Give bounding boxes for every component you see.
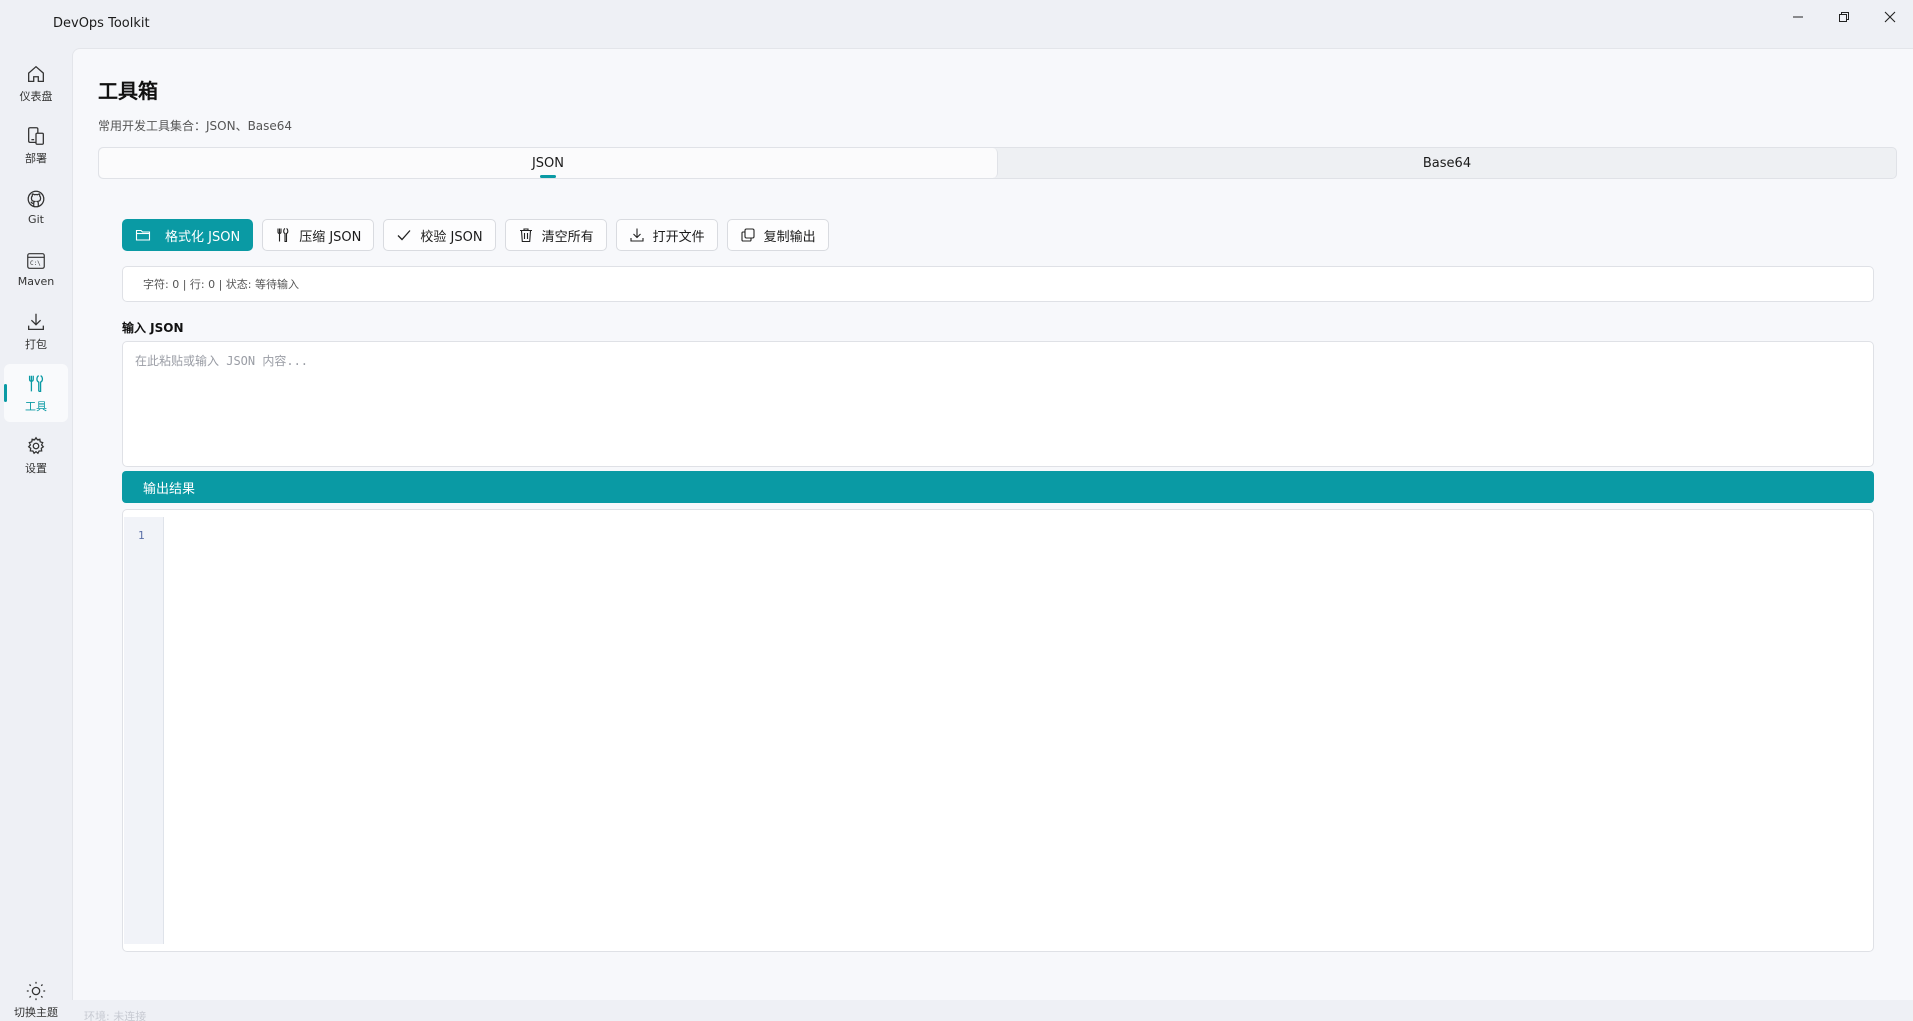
deploy-icon	[25, 125, 47, 147]
restore-button[interactable]	[1821, 0, 1867, 34]
tab-base64[interactable]: Base64	[998, 148, 1896, 178]
json-input[interactable]	[123, 342, 1873, 466]
format-json-button[interactable]: 格式化 JSON	[122, 219, 254, 251]
button-label: 校验 JSON	[420, 229, 483, 245]
theme-toggle-label: 切换主题	[14, 1006, 58, 1019]
button-label: 复制输出	[763, 229, 816, 245]
folder-icon	[135, 229, 151, 241]
copy-icon	[741, 228, 755, 242]
theme-toggle-button[interactable]: 切换主题	[4, 980, 68, 1020]
tool-tabs: JSON Base64	[98, 147, 1897, 179]
sidebar-item-git[interactable]: Git	[4, 178, 68, 236]
svg-text:C:\: C:\	[30, 260, 41, 267]
sidebar-item-tools[interactable]: 工具	[4, 364, 68, 422]
status-bar: 字符: 0 | 行: 0 | 状态: 等待输入	[122, 266, 1874, 302]
sidebar-item-label: 设置	[25, 461, 47, 475]
json-output-editor[interactable]: 1	[122, 509, 1874, 952]
input-label: 输入 JSON	[122, 321, 184, 335]
json-toolbar: 格式化 JSON 压缩 JSON 校验 JSON 清空所有 打开文件 复制输出	[122, 219, 829, 251]
download-icon	[630, 228, 644, 242]
main-content: 工具箱 常用开发工具集合：JSON、Base64 JSON Base64 格式化…	[72, 48, 1913, 1000]
sidebar-item-label: Git	[28, 213, 44, 226]
sidebar-item-label: 工具	[25, 399, 47, 413]
window-controls	[1775, 0, 1913, 34]
sidebar-item-deploy[interactable]: 部署	[4, 116, 68, 174]
tab-label: Base64	[1422, 155, 1472, 171]
page-subtitle: 常用开发工具集合：JSON、Base64	[98, 119, 293, 133]
button-label: 压缩 JSON	[299, 229, 362, 245]
sidebar-item-label: 仪表盘	[19, 89, 53, 103]
output-header: 输出结果	[122, 471, 1874, 503]
restore-icon	[1839, 12, 1849, 22]
trash-icon	[519, 228, 532, 243]
sun-icon	[26, 981, 46, 1001]
gear-icon	[25, 435, 47, 457]
minimize-icon	[1793, 16, 1803, 18]
tab-label: JSON	[531, 155, 565, 171]
tab-active-indicator	[540, 175, 556, 178]
sidebar: 仪表盘 部署 Git C:\ Maven 打包 工具 设置	[0, 48, 72, 1021]
button-label: 清空所有	[541, 229, 594, 245]
home-icon	[25, 63, 47, 85]
terminal-icon: C:\	[25, 250, 47, 272]
sidebar-item-dashboard[interactable]: 仪表盘	[4, 54, 68, 112]
validate-json-button[interactable]: 校验 JSON	[383, 219, 496, 251]
check-icon	[397, 230, 411, 241]
sidebar-item-label: Maven	[17, 275, 55, 288]
minimize-button[interactable]	[1775, 0, 1821, 34]
tools-icon	[25, 373, 47, 395]
active-indicator	[4, 384, 7, 402]
sidebar-item-label: 部署	[25, 151, 47, 165]
sidebar-item-label: 打包	[25, 337, 47, 351]
page-title: 工具箱	[98, 79, 158, 103]
title-bar: DevOps Toolkit	[0, 0, 1913, 48]
close-button[interactable]	[1867, 0, 1913, 34]
tools-icon	[277, 228, 289, 243]
output-header-label: 输出结果	[143, 481, 196, 497]
download-icon	[25, 311, 47, 333]
sidebar-item-maven[interactable]: C:\ Maven	[4, 240, 68, 298]
footer-status-text: 环境: 未连接	[84, 1010, 147, 1021]
copy-output-button[interactable]: 复制输出	[726, 219, 829, 251]
github-icon	[25, 188, 47, 210]
compress-json-button[interactable]: 压缩 JSON	[262, 219, 375, 251]
open-file-button[interactable]: 打开文件	[615, 219, 718, 251]
button-label: 格式化 JSON	[165, 229, 241, 245]
app-title: DevOps Toolkit	[53, 16, 150, 31]
button-label: 打开文件	[652, 229, 705, 245]
sidebar-item-settings[interactable]: 设置	[4, 426, 68, 484]
line-number-gutter: 1	[124, 517, 164, 944]
close-icon	[1884, 11, 1896, 23]
json-input-container	[122, 341, 1874, 467]
line-number: 1	[138, 529, 145, 542]
clear-all-button[interactable]: 清空所有	[504, 219, 607, 251]
sidebar-item-package[interactable]: 打包	[4, 302, 68, 360]
tab-json[interactable]: JSON	[99, 148, 998, 178]
